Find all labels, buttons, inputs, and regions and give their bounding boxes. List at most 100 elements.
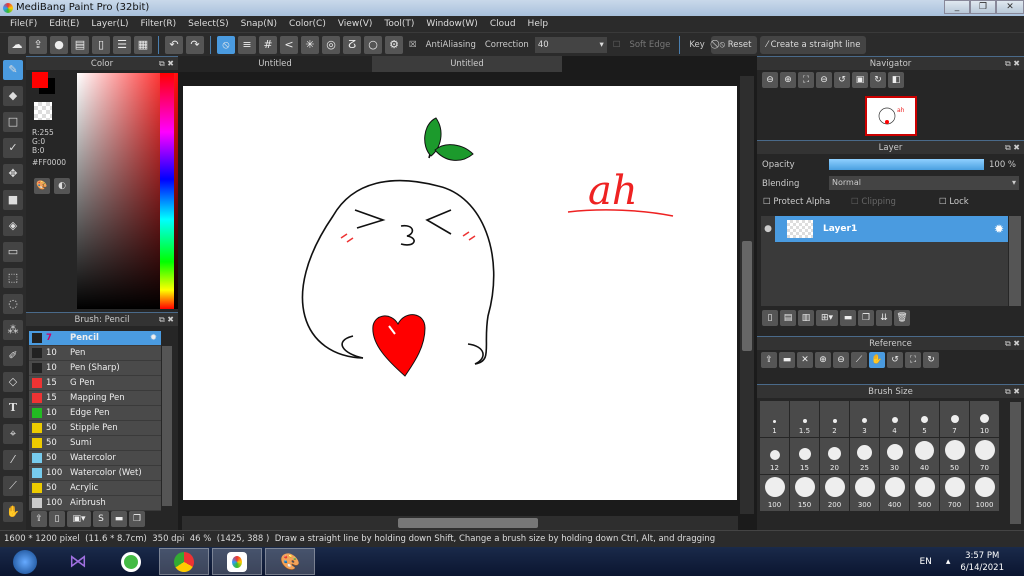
- zoom-in-icon[interactable]: ⊕: [780, 72, 796, 88]
- zoom-out-icon[interactable]: ⊖: [833, 352, 849, 368]
- new-brush-icon[interactable]: ▯: [49, 511, 65, 527]
- new-color-layer-icon[interactable]: ▤: [780, 310, 796, 326]
- brush-size-option[interactable]: 25: [850, 438, 879, 474]
- share-icon[interactable]: ⇪: [29, 35, 47, 54]
- zoom-minus-icon[interactable]: ⊖: [816, 72, 832, 88]
- brush-tool-icon[interactable]: ✎: [3, 60, 23, 80]
- brush-size-option[interactable]: 50: [940, 438, 969, 474]
- magic-wand-tool-icon[interactable]: ⁂: [3, 320, 23, 340]
- comment-icon[interactable]: ▤: [71, 35, 89, 54]
- horizontal-scroll-thumb[interactable]: [398, 518, 538, 528]
- lock-checkbox[interactable]: ☐ Lock: [939, 197, 969, 207]
- brush-list-scrollbar[interactable]: [162, 346, 172, 506]
- snap-settings-icon[interactable]: ⚙: [385, 35, 403, 54]
- brush-size-option[interactable]: 500: [910, 475, 939, 511]
- brush-item[interactable]: 7 Pencil ✹: [29, 331, 161, 346]
- dot-tool-icon[interactable]: ✓: [3, 138, 23, 158]
- blending-select[interactable]: Normal ▾: [829, 176, 1019, 190]
- brush-size-option[interactable]: 70: [970, 438, 999, 474]
- layer-settings-icon[interactable]: ✹: [994, 222, 1004, 236]
- delete-layer-icon[interactable]: 🗑: [894, 310, 910, 326]
- brush-size-scrollbar[interactable]: [1010, 402, 1021, 524]
- brush-cloud-icon[interactable]: ⇪: [31, 511, 47, 527]
- brush-size-option[interactable]: 20: [820, 438, 849, 474]
- divide-tool-icon[interactable]: ⁄: [3, 450, 23, 470]
- lasso-tool-icon[interactable]: ◌: [3, 294, 23, 314]
- operation-tool-icon[interactable]: ⌖: [3, 424, 23, 444]
- brush-settings-icon[interactable]: ✹: [150, 331, 157, 345]
- hue-slider[interactable]: [160, 73, 174, 309]
- visibility-icon[interactable]: ●: [761, 216, 775, 242]
- drawing-canvas[interactable]: ah: [183, 86, 737, 500]
- vertical-scrollbar[interactable]: [740, 76, 754, 514]
- cloud-download-icon[interactable]: ⇪: [761, 352, 777, 368]
- menu-cloud[interactable]: Cloud: [484, 16, 522, 32]
- taskbar-paint[interactable]: 🎨: [265, 548, 315, 575]
- fit-icon[interactable]: ⛶: [905, 352, 921, 368]
- reset-button[interactable]: ⃠ ⦸ Reset: [710, 35, 758, 54]
- rectangle-tool-icon[interactable]: □: [3, 112, 23, 132]
- menu-layer[interactable]: Layer(L): [85, 16, 134, 32]
- menu-filter[interactable]: Filter(R): [135, 16, 183, 32]
- folder-icon[interactable]: ▬: [840, 310, 856, 326]
- menu-tool[interactable]: Tool(T): [378, 16, 420, 32]
- brush-size-option[interactable]: 10: [970, 401, 999, 437]
- brush-size-option[interactable]: 300: [850, 475, 879, 511]
- checkbox-icon[interactable]: ☒: [409, 40, 417, 50]
- redo-icon[interactable]: ↷: [186, 35, 204, 54]
- brush-size-option[interactable]: 4: [880, 401, 909, 437]
- brush-size-option[interactable]: 2: [820, 401, 849, 437]
- tab-untitled-1[interactable]: Untitled: [178, 56, 372, 72]
- brush-item[interactable]: 50 Stipple Pen: [29, 421, 161, 436]
- brush-size-option[interactable]: 700: [940, 475, 969, 511]
- snap-vanish-icon[interactable]: <: [280, 35, 298, 54]
- clock[interactable]: 3:57 PM 6/14/2021: [960, 550, 1004, 574]
- correction-select[interactable]: 40 ▾: [534, 36, 607, 53]
- select-pen-icon[interactable]: ✐: [3, 346, 23, 366]
- clipping-checkbox[interactable]: ☐ Clipping: [851, 197, 896, 207]
- brush-size-option[interactable]: 100: [760, 475, 789, 511]
- select-eraser-icon[interactable]: ◇: [3, 372, 23, 392]
- brush-item[interactable]: 10 Edge Pen: [29, 406, 161, 421]
- brush-item[interactable]: 50 Sumi: [29, 436, 161, 451]
- maximize-button[interactable]: ❐: [970, 0, 996, 14]
- select-tool-icon[interactable]: ⬚: [3, 268, 23, 288]
- new-layer-icon[interactable]: ▯: [762, 310, 778, 326]
- undo-icon[interactable]: ↶: [165, 35, 183, 54]
- protect-alpha-checkbox[interactable]: ☐ Protect Alpha: [763, 197, 830, 207]
- menu-help[interactable]: Help: [522, 16, 555, 32]
- tray-arrow-icon[interactable]: ▴: [946, 557, 951, 567]
- menu-snap[interactable]: Snap(N): [235, 16, 283, 32]
- speech-bubble-icon[interactable]: ●: [50, 35, 68, 54]
- duplicate-icon[interactable]: ❐: [129, 511, 145, 527]
- panel-controls-icon[interactable]: ⧉ ✖: [1005, 385, 1020, 399]
- brush-size-option[interactable]: 1: [760, 401, 789, 437]
- navigator-preview[interactable]: ah: [865, 96, 917, 136]
- menu-file[interactable]: File(F): [4, 16, 43, 32]
- taskbar-visual-studio[interactable]: ⋈: [53, 548, 103, 575]
- snap-ellipse-icon[interactable]: ○: [364, 35, 382, 54]
- rotate-left-icon[interactable]: ↺: [887, 352, 903, 368]
- brush-size-option[interactable]: 12: [760, 438, 789, 474]
- actual-size-icon[interactable]: ▣: [852, 72, 868, 88]
- zoom-in-icon[interactable]: ⊕: [815, 352, 831, 368]
- opacity-slider[interactable]: [829, 159, 984, 170]
- hand-icon[interactable]: ✋: [869, 352, 885, 368]
- eraser-tool-icon[interactable]: ◆: [3, 86, 23, 106]
- gradient-tool-icon[interactable]: ▭: [3, 242, 23, 262]
- start-button[interactable]: [0, 548, 50, 575]
- layer-row[interactable]: ● Layer1 ✹: [761, 216, 1008, 242]
- brush-item[interactable]: 10 Pen (Sharp): [29, 361, 161, 376]
- brush-size-option[interactable]: 5: [910, 401, 939, 437]
- zoom-out-icon[interactable]: ⊖: [762, 72, 778, 88]
- straight-line-button[interactable]: ⁄ Create a straight line: [760, 35, 867, 54]
- panel-controls-icon[interactable]: ⧉ ✖: [1005, 57, 1020, 71]
- primary-color-swatch[interactable]: [32, 72, 48, 88]
- brush-size-option[interactable]: 30: [880, 438, 909, 474]
- rotate-right-icon[interactable]: ↻: [923, 352, 939, 368]
- brush-size-option[interactable]: 7: [940, 401, 969, 437]
- snap-circle-icon[interactable]: ◎: [322, 35, 340, 54]
- fill-rect-tool-icon[interactable]: ■: [3, 190, 23, 210]
- menu-view[interactable]: View(V): [332, 16, 379, 32]
- open-folder-icon[interactable]: ▬: [779, 352, 795, 368]
